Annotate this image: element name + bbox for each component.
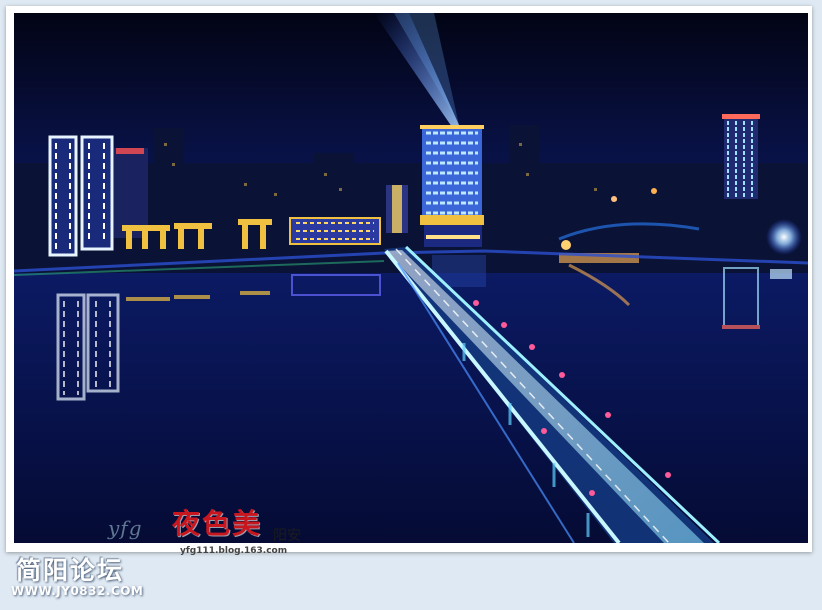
- night-city-photo: [14, 13, 808, 543]
- forum-logo: 简阳论坛: [16, 556, 125, 585]
- night-scene: [14, 13, 808, 543]
- forum-url: WWW.JY0832.COM: [11, 584, 144, 598]
- left-white-towers: [48, 135, 114, 257]
- river: [14, 268, 808, 543]
- waterfront-glow: [766, 219, 802, 255]
- center-tower: [420, 125, 484, 247]
- right-tower: [722, 114, 760, 199]
- photo-title-watermark: 夜色美: [172, 507, 263, 540]
- blog-url: yfg111.blog.163.com: [180, 546, 288, 556]
- city-name: 阳安: [273, 528, 301, 544]
- signature-watermark: yfg: [108, 516, 143, 540]
